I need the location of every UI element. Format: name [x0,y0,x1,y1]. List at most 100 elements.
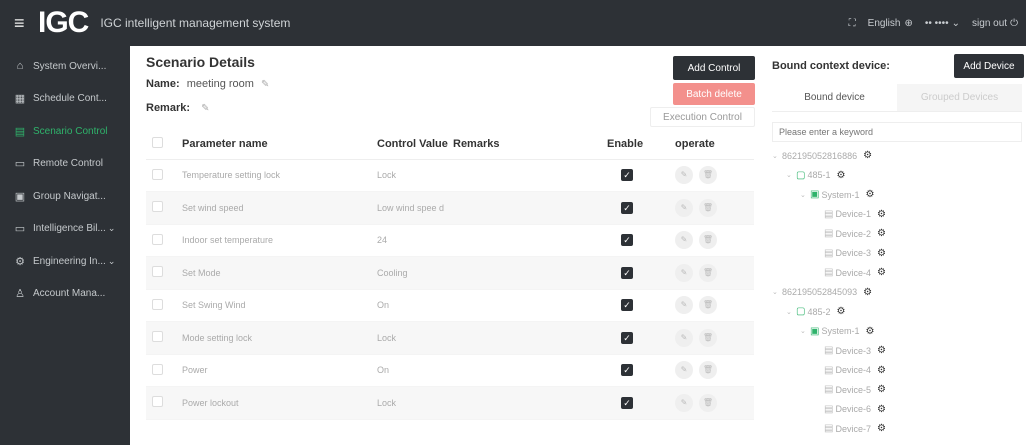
sign-out-button[interactable]: sign out ⏻ [972,18,1018,29]
edit-icon[interactable]: ✎ [675,231,693,250]
row-checkbox[interactable] [146,289,180,322]
edit-icon[interactable]: ✎ [675,296,693,315]
delete-icon[interactable]: 🗑 [699,231,717,250]
row-checkbox[interactable] [146,321,180,355]
remarks-cell [453,224,607,257]
tab-bound-device[interactable]: Bound device [772,84,897,111]
enable-checkbox[interactable]: ✓ [621,201,633,214]
tree-node[interactable]: ▤ Device-4 ⚙ [772,263,1022,283]
sidebar-item-3[interactable]: ▭ Remote Control [0,148,130,181]
row-checkbox[interactable] [146,386,180,420]
tree-node[interactable]: ⌄ 862195052816886 ⚙ [772,146,1022,166]
enable-checkbox[interactable]: ✓ [621,331,633,344]
expand-arrow-icon[interactable]: ⌄ [772,288,782,296]
sidebar-item-7[interactable]: ♙ Account Mana... [0,278,130,311]
enable-checkbox[interactable]: ✓ [621,364,633,377]
tree-node[interactable]: ▤ Device-2 ⚙ [772,224,1022,244]
edit-icon[interactable]: ✎ [675,361,693,380]
delete-icon[interactable]: 🗑 [699,393,717,412]
tree-node[interactable]: ▤ Device-1 ⚙ [772,205,1022,225]
delete-icon[interactable]: 🗑 [699,296,717,315]
delete-icon[interactable]: 🗑 [699,328,717,347]
tree-node-label: Device-3 [835,248,871,259]
delete-icon[interactable]: 🗑 [699,198,717,217]
row-checkbox[interactable] [146,354,180,387]
edit-icon[interactable]: ✎ [675,393,693,412]
enable-checkbox[interactable]: ✓ [621,396,633,409]
delete-icon[interactable]: 🗑 [699,263,717,282]
sidebar-item-2[interactable]: ▤ Scenario Control [0,115,130,148]
expand-arrow-icon[interactable]: ⌄ [800,327,810,335]
gear-icon[interactable]: ⚙ [877,345,886,356]
gear-icon[interactable]: ⚙ [877,384,886,395]
tree-node[interactable]: ▤ Device-3 ⚙ [772,244,1022,264]
tree-node[interactable]: ▤ Device-7 ⚙ [772,419,1022,439]
menu-toggle-icon[interactable]: ≡ [14,13,36,34]
gear-icon[interactable]: ⚙ [877,228,886,239]
row-checkbox[interactable] [146,256,180,290]
tree-node[interactable]: ▤ Device-3 ⚙ [772,341,1022,361]
gear-icon[interactable]: ⚙ [863,150,872,161]
enable-checkbox[interactable]: ✓ [621,234,633,247]
tree-node[interactable]: ⌄ ▣ System-1 ⚙ [772,185,1022,205]
expand-arrow-icon[interactable]: ⌄ [772,152,782,160]
scenario-details-panel: Scenario Details Name: meeting room ✎ Re… [130,46,758,445]
system-icon: ▣ [810,325,820,337]
tree-node[interactable]: ▤ Device-6 ⚙ [772,400,1022,420]
expand-arrow-icon[interactable]: ⌄ [786,308,796,316]
expand-arrow-icon[interactable]: ⌄ [786,171,796,179]
gear-icon[interactable]: ⚙ [836,306,845,317]
tab-grouped-devices[interactable]: Grouped Devices [897,84,1022,111]
select-all-checkbox[interactable] [146,129,180,160]
row-checkbox[interactable] [146,159,180,192]
sidebar-item-6[interactable]: ⚙ Engineering In... ⌄ [0,245,130,278]
tree-node[interactable]: ⌄ ▢ 485-2 ⚙ [772,302,1022,322]
tree-node[interactable]: ⌄ ▢ 485-1 ⚙ [772,166,1022,186]
gear-icon[interactable]: ⚙ [865,326,874,337]
edit-icon[interactable]: ✎ [675,328,693,347]
tree-node[interactable]: ⌄ ▣ System-1 ⚙ [772,322,1022,342]
gear-icon[interactable]: ⚙ [863,287,872,298]
expand-arrow-icon[interactable]: ⌄ [800,191,810,199]
enable-checkbox[interactable]: ✓ [621,299,633,312]
sidebar-item-5[interactable]: ▭ Intelligence Bil... ⌄ [0,213,130,246]
edit-name-icon[interactable]: ✎ [261,79,269,90]
control-value: On [377,289,453,322]
gear-icon[interactable]: ⚙ [877,267,886,278]
tree-node[interactable]: ▤ Device-5 ⚙ [772,380,1022,400]
sidebar-item-1[interactable]: ▦ Schedule Cont... [0,83,130,116]
edit-icon[interactable]: ✎ [675,263,693,282]
gear-icon[interactable]: ⚙ [836,170,845,181]
delete-icon[interactable]: 🗑 [699,361,717,380]
tree-node[interactable]: ⌄ 862195052845093 ⚙ [772,283,1022,303]
gear-icon[interactable]: ⚙ [877,365,886,376]
language-selector[interactable]: English ⊕ [868,18,913,29]
gear-icon[interactable]: ⚙ [877,209,886,220]
enable-checkbox[interactable]: ✓ [621,266,633,279]
sidebar-item-0[interactable]: ⌂ System Overvi... [0,50,130,83]
edit-icon[interactable]: ✎ [675,166,693,185]
sidebar-item-4[interactable]: ▣ Group Navigat... [0,180,130,213]
gear-icon[interactable]: ⚙ [877,248,886,259]
batch-delete-button[interactable]: Batch delete [673,83,755,105]
enable-checkbox[interactable]: ✓ [621,169,633,182]
add-control-button[interactable]: Add Control [673,56,755,80]
row-checkbox[interactable] [146,224,180,257]
keyword-search-input[interactable] [772,122,1022,142]
table-header-row: Parameter name Control Value Remarks Ena… [146,129,754,160]
edit-icon[interactable]: ✎ [675,198,693,217]
gear-icon[interactable]: ⚙ [877,404,886,415]
tree-node-label: 862195052845093 [782,287,858,298]
execution-control-button[interactable]: Execution Control [650,107,755,127]
fullscreen-icon[interactable]: ⛶ [849,18,856,29]
user-menu[interactable]: •• •••• ⌄ [925,18,960,29]
gear-icon[interactable]: ⚙ [877,423,886,434]
add-device-button[interactable]: Add Device [954,54,1024,78]
parameter-name: Set Mode [180,256,377,290]
control-value: Cooling [377,256,453,290]
delete-icon[interactable]: 🗑 [699,166,717,185]
gear-icon[interactable]: ⚙ [865,189,874,200]
tree-node[interactable]: ▤ Device-4 ⚙ [772,361,1022,381]
edit-remark-icon[interactable]: ✎ [201,103,209,114]
row-checkbox[interactable] [146,191,180,225]
